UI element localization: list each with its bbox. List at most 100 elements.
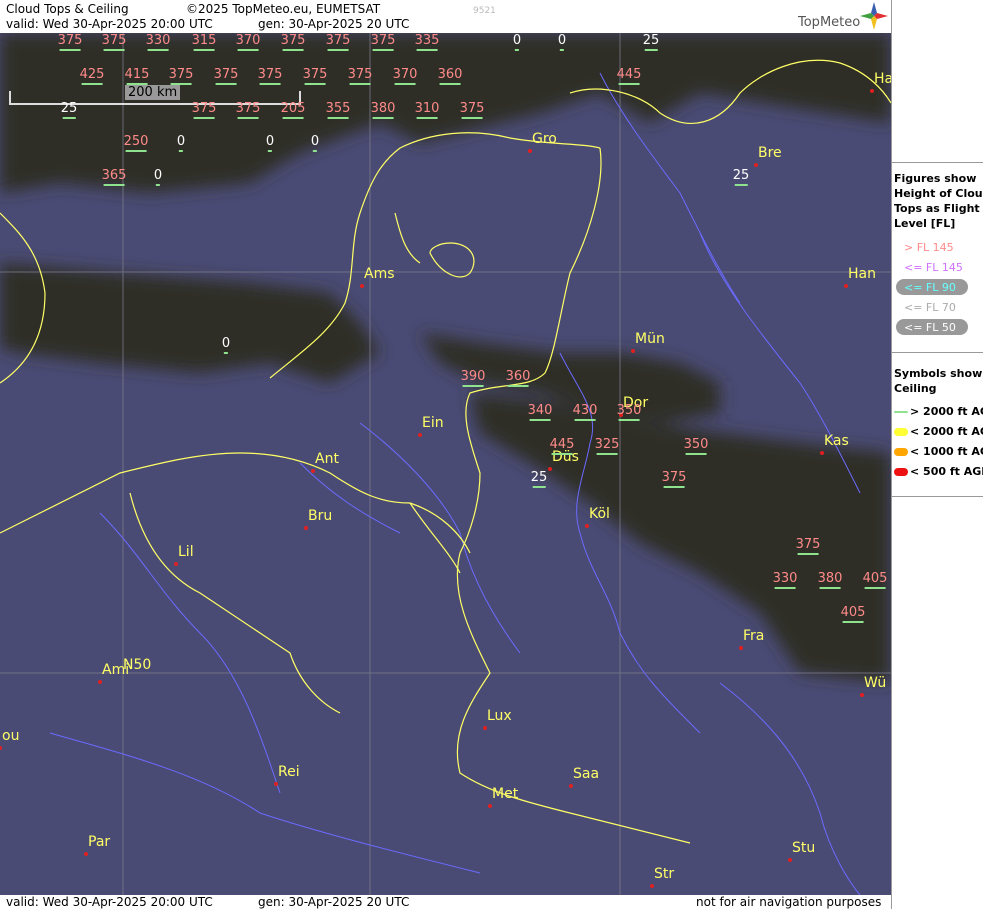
city-label: Fra [743,628,765,644]
legend-level-3: <= FL 90 [904,281,956,294]
city-marker [650,884,654,888]
copyright-text: ©2025 TopMeteo.eu, EUMETSAT [186,2,381,16]
legend-divider-2 [892,352,983,353]
product-code: 9521 [473,6,496,16]
ceiling-symbol-row: < 500 ft AGL [894,465,983,478]
cloud-top-value: 0 [512,33,522,51]
cloud-top-value: 375 [191,101,217,119]
city-label: Han [848,266,876,282]
ceiling-swatch-icon [894,411,908,413]
city-marker [844,284,848,288]
cloud-top-value: 390 [460,369,486,387]
cloud-top-value: 375 [370,33,396,51]
cloud-top-value: 380 [817,571,843,589]
satellite-map[interactable]: 200 km N50 Gro Bre Ha Ams Han Mün Dor Ein Kas Ant… [0,33,891,895]
cloud-top-value: 350 [616,403,642,421]
city-label: Mün [635,331,665,347]
city-label: Str [654,866,675,882]
ceiling-swatch-icon [894,448,908,456]
footer-generated-time: gen: 30-Apr-2025 20 UTC [258,895,410,909]
city-marker [548,467,552,471]
cloud-top-value: 405 [840,605,866,623]
city-marker [483,726,487,730]
city-label: Lil [178,544,194,560]
legend-panel: Figures show Height of Cloud Tops as Fli… [891,0,983,909]
cloud-top-value: 425 [79,67,105,85]
cloud-top-value: 370 [392,67,418,85]
cloud-top-value: 330 [772,571,798,589]
cloud-top-value: 250 [123,134,149,152]
ceiling-symbol-row: > 2000 ft AGL [894,405,983,418]
city-label: Saa [573,766,600,782]
cloud-top-value: 355 [325,101,351,119]
ceiling-symbol-label: < 1000 ft AGL [910,445,983,458]
symbols-title: Symbols show Ceiling [894,367,983,395]
cloud-top-value: 430 [572,403,598,421]
legend-divider-3 [892,496,983,497]
cloud-top-value: 375 [325,33,351,51]
city-marker [860,693,864,697]
city-label: ou [2,728,20,744]
city-marker [360,284,364,288]
city-label: Lux [487,708,512,724]
cloud-top-value: 25 [60,101,78,119]
city-label: Ein [422,415,444,431]
city-marker [418,433,422,437]
cloud-top-value: 315 [191,33,217,51]
cloud-top-value: 350 [683,437,709,455]
city-label: Gro [532,131,557,147]
cloud-top-value: 25 [530,470,548,488]
disclaimer: not for air navigation purposes [696,895,882,909]
city-marker [569,784,573,788]
footer-valid-time: valid: Wed 30-Apr-2025 20:00 UTC [6,895,213,909]
map-graphics [0,33,891,895]
scale-bar-label: 200 km [125,85,181,100]
cloud-top-value: 370 [235,33,261,51]
city-label: Wü [864,675,887,691]
cloud-top-value: 330 [145,33,171,51]
cloud-top-value: 445 [549,437,575,455]
ceiling-symbol-label: < 500 ft AGL [910,465,983,478]
city-label: Par [88,834,111,850]
city-label: Ant [315,451,339,467]
city-label: Bre [758,145,782,161]
cloud-top-value: 0 [176,134,186,152]
city-marker [788,858,792,862]
city-marker [631,349,635,353]
city-marker [754,163,758,167]
cloud-top-value: 0 [153,168,163,186]
city-label: Met [492,786,519,802]
city-marker [739,646,743,650]
cloud-top-value: 405 [862,571,888,589]
cloud-top-value: 375 [257,67,283,85]
cloud-top-value: 375 [280,33,306,51]
cloud-top-value: 340 [527,403,553,421]
cloud-top-value: 325 [594,437,620,455]
city-marker [585,524,589,528]
cloud-top-value: 0 [265,134,275,152]
city-marker [311,469,315,473]
cloud-top-value: 375 [661,470,687,488]
cloud-areas [0,33,891,683]
city-label: Stu [792,840,816,856]
header-bar: Cloud Tops & Ceiling ©2025 TopMeteo.eu, … [0,0,891,33]
city-label: Bru [308,508,333,524]
city-label: Ams [364,266,395,282]
compass-logo-icon [860,2,888,30]
legend-level-2: <= FL 145 [904,261,963,274]
cloud-top-value: 375 [101,33,127,51]
cloud-top-value: 25 [642,33,660,51]
ceiling-symbol-label: > 2000 ft AGL [910,405,983,418]
cloud-top-value: 360 [505,369,531,387]
ceiling-symbol-label: < 2000 ft AGL [910,425,983,438]
city-marker [820,451,824,455]
cloud-top-value: 380 [370,101,396,119]
cloud-top-value: 25 [732,168,750,186]
cloud-top-value: 375 [213,67,239,85]
cloud-top-value: 0 [221,336,231,354]
legend-level-4: <= FL 70 [904,301,956,314]
city-marker [870,89,874,93]
ceiling-symbol-row: < 1000 ft AGL [894,445,983,458]
city-marker [98,680,102,684]
cloud-top-value: 0 [557,33,567,51]
